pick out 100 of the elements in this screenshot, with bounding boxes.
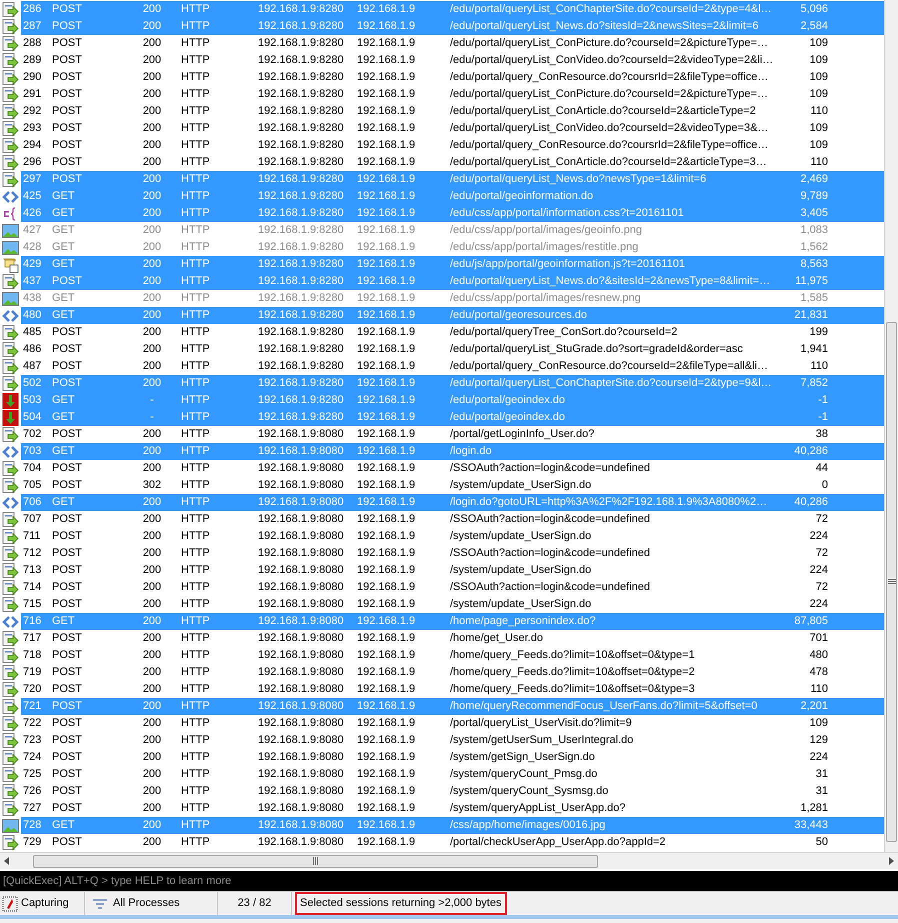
capture-icon[interactable] (2, 896, 18, 912)
table-cell-text: 716 (22, 614, 42, 630)
table-cell-text: 200 (142, 801, 162, 816)
grip-icon (888, 579, 896, 585)
horizontal-scrollbar[interactable] (0, 852, 898, 869)
table-cell-text: 200 (142, 563, 162, 578)
table-cell-text: GET (52, 308, 76, 324)
table-cell-text: /edu/css/app/portal/images/restitle.png (450, 240, 640, 256)
table-cell-text: 192.168.1.9:8280 (258, 308, 345, 324)
table-cell-text: 192.168.1.9:8080 (258, 597, 345, 612)
table-cell-text: 2,201 (799, 699, 828, 714)
table-cell-text: HTTP (181, 410, 211, 426)
capturing-status[interactable]: Capturing (21, 895, 69, 912)
table-cell-text: 192.168.1.9:8280 (258, 87, 345, 102)
table-cell-text: HTTP (181, 104, 211, 120)
process-filter[interactable]: All Processes (113, 895, 180, 912)
table-cell-text: 426 (22, 206, 42, 222)
table-cell-text: HTTP (181, 155, 211, 170)
error-icon (2, 410, 19, 426)
table-cell-text: 38 (814, 427, 828, 442)
table-cell-text: /SSOAuth?action=login&code=undefined (450, 546, 651, 562)
table-cell-text: 192.168.1.9 (357, 308, 416, 324)
table-cell-text: /edu/portal/georesources.do (450, 308, 588, 324)
table-cell-text: POST (52, 121, 83, 136)
table-cell-text: 200 (142, 223, 162, 238)
table-cell-text: 192.168.1.9:8080 (258, 563, 345, 578)
code-brackets-icon (2, 188, 19, 204)
right-arrow-icon[interactable] (887, 857, 895, 865)
table-cell-text: /home/get_User.do (450, 631, 544, 646)
table-cell-text: /edu/portal/queryList_News.do?newsType=1&limit=6 (450, 172, 708, 188)
table-cell-text: 192.168.1.9 (357, 19, 416, 34)
quickexec-field[interactable]: [QuickExec] ALT+Q > type HELP to learn more (0, 871, 898, 891)
table-cell-text: /edu/portal/queryList_ConArticle.do?courseId=2&articleType=3… (450, 155, 768, 170)
table-cell-text: 192.168.1.9:8080 (258, 631, 345, 646)
table-cell-text: POST (52, 53, 83, 68)
image-icon (2, 222, 19, 238)
table-cell-text: 200 (142, 19, 162, 34)
table-cell-text: 715 (22, 597, 42, 612)
table-cell-text: HTTP (181, 291, 211, 306)
table-cell-text: /css/app/home/images/0016.jpg (450, 818, 606, 834)
table-cell-text: /portal/getLoginInfo_User.do? (450, 427, 596, 442)
table-cell-text: /edu/portal/queryList_ConVideo.do?courseId=2&videoType=3&… (450, 121, 770, 136)
filter-icon[interactable] (93, 898, 107, 908)
table-cell-text: 288 (22, 36, 42, 52)
table-cell-text: /system/update_UserSign.do (450, 597, 592, 612)
table-cell-text: HTTP (181, 172, 211, 188)
table-cell-text: 109 (808, 36, 828, 52)
table-cell-text: HTTP (181, 801, 211, 816)
table-cell-text: /system/update_UserSign.do (450, 563, 592, 578)
scrollbar-thumb[interactable] (886, 322, 897, 842)
code-brackets-icon (2, 444, 19, 460)
scrollbar-thumb[interactable] (33, 854, 598, 868)
table-cell-text: 503 (22, 393, 42, 408)
image-icon (2, 818, 19, 834)
table-cell-text: 200 (142, 665, 162, 680)
table-cell-text: 705 (22, 478, 42, 494)
table-cell-text: 192.168.1.9 (357, 512, 416, 528)
table-cell-text: HTTP (181, 189, 211, 204)
table-cell-text: HTTP (181, 2, 211, 18)
left-arrow-icon[interactable] (3, 857, 11, 865)
table-cell-text: 192.168.1.9 (357, 444, 416, 460)
table-cell-text: 192.168.1.9:8080 (258, 784, 345, 800)
table-cell-text: 31 (814, 767, 828, 782)
table-cell-text: 1,281 (799, 801, 828, 816)
table-cell-text: 200 (142, 359, 162, 374)
table-cell-text: /edu/portal/queryList_News.do?&sitesId=2&newsType=8&limit=… (450, 274, 772, 290)
table-cell-text: 192.168.1.9:8280 (258, 325, 345, 340)
table-cell-text: 192.168.1.9 (357, 631, 416, 646)
table-cell-text: 192.168.1.9:8080 (258, 495, 345, 510)
table-cell-text: /edu/css/app/portal/images/resnew.png (450, 291, 642, 306)
table-cell-text: 192.168.1.9:8280 (258, 393, 345, 408)
table-cell-text: GET (52, 291, 76, 306)
table-cell-text: HTTP (181, 359, 211, 374)
table-cell-text: 200 (142, 206, 162, 222)
table-cell-text: 192.168.1.9 (357, 138, 416, 154)
table-cell-text: 192.168.1.9 (357, 172, 416, 188)
table-cell-text: 200 (142, 189, 162, 204)
table-cell-text: 200 (142, 274, 162, 290)
table-cell-text: /portal/checkUserApp_UserApp.do?appId=2 (450, 835, 667, 850)
table-cell-text: 200 (142, 716, 162, 732)
table-cell-text: 192.168.1.9:8080 (258, 580, 345, 596)
table-cell-text: /edu/portal/queryList_ConArticle.do?courseId=2&articleType=2 (450, 104, 757, 120)
table-cell-text: 192.168.1.9:8280 (258, 291, 345, 306)
table-cell-text: HTTP (181, 138, 211, 154)
table-cell-text: 425 (22, 189, 42, 204)
table-cell-text: 192.168.1.9:8080 (258, 818, 345, 834)
table-cell-text: 200 (142, 495, 162, 510)
table-cell-text: 192.168.1.9:8080 (258, 478, 345, 494)
vertical-scrollbar[interactable] (884, 0, 898, 852)
table-cell-text: 192.168.1.9:8080 (258, 427, 345, 442)
table-cell-text: 722 (22, 716, 42, 732)
table-cell-text: /edu/portal/queryTree_ConSort.do?courseId=2 (450, 325, 678, 340)
table-cell-text: -1 (817, 393, 828, 408)
table-cell-text: HTTP (181, 580, 211, 596)
table-cell-text: HTTP (181, 614, 211, 630)
table-cell-text: 192.168.1.9 (357, 682, 416, 698)
table-cell-text: 192.168.1.9:8080 (258, 682, 345, 698)
table-cell-text: 31 (814, 784, 828, 800)
table-cell-text: POST (52, 87, 83, 102)
table-cell-text: 480 (808, 648, 828, 664)
